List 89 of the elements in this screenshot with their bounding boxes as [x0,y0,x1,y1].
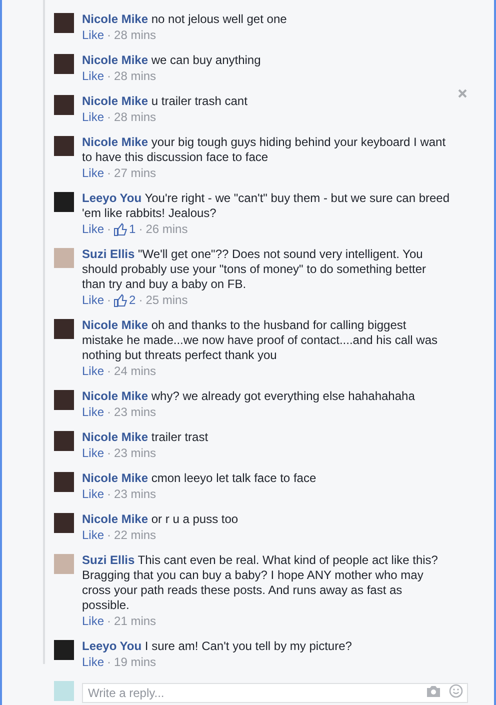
separator-dot: · [107,487,112,502]
like-link[interactable]: Like [82,222,104,237]
author-link[interactable]: Nicole Mike [82,389,148,403]
like-link[interactable]: Like [82,528,104,543]
separator-dot: · [107,655,112,670]
timestamp[interactable]: 28 mins [114,110,156,125]
comment-text: Nicole Mike u trailer trash cant [82,94,248,109]
comment-text: Nicole Mike oh and thanks to the husband for calling biggest mistake he made...we now have proof of contact....and his call was nothing but threats perfect thank you [82,318,439,363]
comment-text: Nicole Mike we can buy anything [82,53,262,68]
like-link[interactable]: Like [82,166,104,181]
smiley-icon[interactable] [449,684,463,698]
comment-text: Nicole Mike why? we already got everything else hahahahaha [82,389,416,404]
like-count[interactable]: 1 [129,222,136,237]
timestamp[interactable]: 21 mins [114,614,156,629]
avatar-photo [54,640,74,660]
author-link[interactable]: Leeyo You [82,191,142,205]
camera-icon[interactable] [426,686,441,696]
separator-dot: · [107,293,112,308]
separator-dot: · [107,614,112,629]
separator-dot: · [107,69,112,84]
author-link[interactable]: Suzi Ellis [82,553,135,567]
avatar-photo [54,319,74,339]
timestamp[interactable]: 26 mins [146,222,188,237]
avatar-photo [54,681,74,701]
like-link[interactable]: Like [82,69,104,84]
separator-dot: · [107,364,112,379]
thumbs-up-icon [114,223,128,236]
thumbs-up-icon [114,294,128,307]
timestamp[interactable]: 23 mins [114,405,156,420]
comment-text: Leeyo You You're right - we "can't" buy them - but we sure can breed 'em like rabbits! Jealous? [82,191,450,221]
timestamp[interactable]: 22 mins [114,528,156,543]
comment-text: Nicole Mike or r u a puss too [82,512,240,527]
like-link[interactable]: Like [82,405,104,420]
author-link[interactable]: Nicole Mike [82,430,148,444]
author-link[interactable]: Nicole Mike [82,94,148,108]
reply-field[interactable]: Write a reply... [82,683,468,703]
avatar-photo [54,95,74,115]
author-link[interactable]: Nicole Mike [82,512,148,526]
like-link[interactable]: Like [82,655,104,670]
author-link[interactable]: Suzi Ellis [82,247,135,261]
avatar-photo [54,192,74,212]
separator-dot: · [107,528,112,543]
comment-text: Nicole Mike no not jelous well get one [82,12,288,27]
like-link[interactable]: Like [82,487,104,502]
separator-dot: · [138,293,143,308]
like-link[interactable]: Like [82,110,104,125]
timestamp[interactable]: 19 mins [114,655,156,670]
comment-text: Nicole Mike cmon leeyo let talk face to face [82,471,318,486]
like-link[interactable]: Like [82,614,104,629]
timestamp[interactable]: 23 mins [114,446,156,461]
like-link[interactable]: Like [82,293,104,308]
timestamp[interactable]: 28 mins [114,69,156,84]
timestamp[interactable]: 28 mins [114,28,156,43]
separator-dot: · [138,222,143,237]
avatar-photo [54,54,74,74]
avatar-photo [54,136,74,156]
timestamp[interactable]: 27 mins [114,166,156,181]
like-link[interactable]: Like [82,364,104,379]
comment-text: Nicole Mike your big tough guys hiding behind your keyboard I want to have this discussion face to face [82,135,447,165]
author-link[interactable]: Nicole Mike [82,135,148,149]
timestamp[interactable]: 24 mins [114,364,156,379]
author-link[interactable]: Nicole Mike [82,318,148,332]
like-link[interactable]: Like [82,446,104,461]
avatar-photo [54,390,74,410]
like-count[interactable]: 2 [129,293,136,308]
separator-dot: · [107,446,112,461]
like-link[interactable]: Like [82,28,104,43]
timestamp[interactable]: 23 mins [114,487,156,502]
avatar-photo [54,248,74,268]
separator-dot: · [107,110,112,125]
comment-text: Suzi Ellis "We'll get one"?? Does not sound very intelligent. You should probably use your "tons of money" to do something better than try and buy a baby on FB. [82,247,428,292]
avatar-photo [54,472,74,492]
separator-dot: · [107,166,112,181]
avatar-photo [54,13,74,33]
author-link[interactable]: Nicole Mike [82,12,148,26]
comment-text: Leeyo You I sure am! Can't you tell by my picture? [82,639,353,654]
author-link[interactable]: Leeyo You [82,639,142,653]
avatar-photo [54,554,74,574]
author-link[interactable]: Nicole Mike [82,471,148,485]
close-icon[interactable] [458,89,467,98]
avatar-photo [54,431,74,451]
timestamp[interactable]: 25 mins [146,293,188,308]
comment-text: Nicole Mike trailer trast [82,430,210,445]
author-link[interactable]: Nicole Mike [82,53,148,67]
avatar-photo [54,513,74,533]
separator-dot: · [107,28,112,43]
comment-text: Suzi Ellis This cant even be real. What kind of people act like this? Bragging that you can buy a baby? I hope ANY mother who may cross your path reads these posts. And runs away as fast as possible. [82,553,439,613]
separator-dot: · [107,405,112,420]
separator-dot: · [107,222,112,237]
